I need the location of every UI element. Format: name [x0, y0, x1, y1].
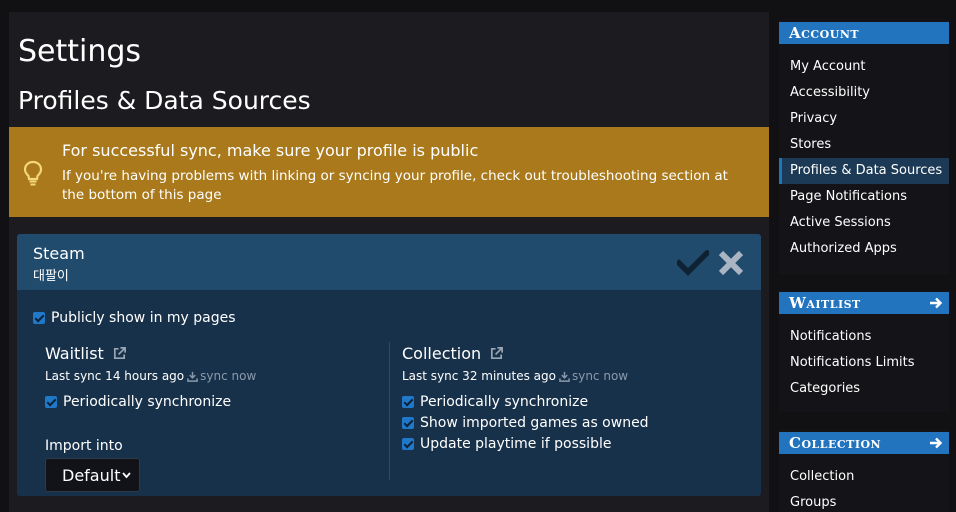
waitlist-sync-now-label[interactable]: sync now [200, 369, 256, 383]
collection-owned-row[interactable]: Show imported games as owned [402, 415, 649, 431]
sync-info-banner: For successful sync, make sure your prof… [9, 127, 769, 217]
lightbulb-icon [23, 160, 43, 186]
chevron-down-icon [122, 472, 131, 479]
sidebar-heading-waitlist-label: Waitlist [789, 294, 861, 312]
card-header: Steam 대팔이 [17, 234, 761, 291]
sidebar-item-collection[interactable]: Collection [779, 464, 949, 490]
sidebar-item-profiles-data-sources[interactable]: Profiles & Data Sources [779, 158, 949, 184]
banner-title: For successful sync, make sure your prof… [62, 141, 479, 160]
sidebar-item-privacy[interactable]: Privacy [779, 106, 949, 132]
sidebar-heading-account-label: Account [789, 24, 860, 42]
column-divider [389, 342, 390, 480]
arrow-right-icon[interactable] [929, 296, 943, 310]
waitlist-title: Waitlist [45, 344, 104, 363]
collection-playtime-label: Update playtime if possible [420, 436, 612, 452]
steam-username: 대팔이 [33, 269, 69, 284]
sidebar-item-active-sessions[interactable]: Active Sessions [779, 210, 949, 236]
banner-text: If you're having problems with linking o… [62, 168, 728, 203]
publicly-show-checkbox-row[interactable]: Publicly show in my pages [33, 310, 236, 326]
sidebar-heading-account: Account [779, 22, 949, 44]
waitlist-periodic-row[interactable]: Periodically synchronize [45, 394, 231, 410]
waitlist-section-title: Waitlist [45, 344, 127, 363]
external-link-icon[interactable] [112, 346, 127, 361]
collection-periodic-checkbox[interactable] [402, 396, 414, 408]
collection-owned-label: Show imported games as owned [420, 415, 649, 431]
collection-last-sync: Last sync 32 minutes ago [402, 369, 556, 383]
collection-sync-now-label[interactable]: sync now [572, 369, 628, 383]
collection-sync-status: Last sync 32 minutes ago sync now [402, 369, 628, 383]
collection-sync-now-link[interactable]: sync now [559, 369, 628, 383]
collection-title: Collection [402, 344, 482, 363]
steam-profile-card: Steam 대팔이 Publicly show in my pages Wait… [17, 234, 761, 496]
page-subtitle: Profiles & Data Sources [18, 86, 311, 115]
publicly-show-checkbox[interactable] [33, 312, 45, 324]
sidebar-item-accessibility[interactable]: Accessibility [779, 80, 949, 106]
waitlist-last-sync: Last sync 14 hours ago [45, 369, 185, 383]
collection-periodic-label: Periodically synchronize [420, 394, 589, 410]
sidebar-item-categories[interactable]: Categories [779, 376, 949, 402]
download-icon [559, 371, 570, 382]
card-title: Steam [33, 244, 85, 263]
sidebar-heading-collection[interactable]: Collection [779, 432, 949, 454]
collection-periodic-row[interactable]: Periodically synchronize [402, 394, 588, 410]
sidebar-heading-collection-label: Collection [789, 434, 882, 452]
sidebar-heading-waitlist[interactable]: Waitlist [779, 292, 949, 314]
sidebar-item-notifications[interactable]: Notifications [779, 324, 949, 350]
collection-section-title: Collection [402, 344, 504, 363]
sidebar-item-notifications-limits[interactable]: Notifications Limits [779, 350, 949, 376]
waitlist-sync-now-link[interactable]: sync now [187, 369, 256, 383]
import-into-select[interactable]: Default [45, 458, 140, 492]
collection-playtime-checkbox[interactable] [402, 438, 414, 450]
confirm-check-icon[interactable] [677, 250, 709, 276]
waitlist-periodic-checkbox[interactable] [45, 396, 57, 408]
collection-playtime-row[interactable]: Update playtime if possible [402, 436, 611, 452]
external-link-icon[interactable] [489, 346, 504, 361]
settings-main-panel: Settings Profiles & Data Sources For suc… [9, 12, 769, 512]
arrow-right-icon[interactable] [929, 436, 943, 450]
sidebar-item-stores[interactable]: Stores [779, 132, 949, 158]
sidebar-item-authorized-apps[interactable]: Authorized Apps [779, 236, 949, 262]
collection-owned-checkbox[interactable] [402, 417, 414, 429]
sidebar-item-page-notifications[interactable]: Page Notifications [779, 184, 949, 210]
sidebar-item-my-account[interactable]: My Account [779, 54, 949, 80]
waitlist-sync-status: Last sync 14 hours ago sync now [45, 369, 256, 383]
waitlist-periodic-label: Periodically synchronize [63, 394, 232, 410]
remove-x-icon[interactable] [717, 249, 745, 277]
import-into-label: Import into [45, 438, 123, 454]
page-title: Settings [18, 34, 142, 69]
publicly-show-label: Publicly show in my pages [51, 310, 236, 326]
download-icon [187, 371, 198, 382]
sidebar-item-groups[interactable]: Groups [779, 490, 949, 512]
import-into-value: Default [62, 465, 121, 485]
